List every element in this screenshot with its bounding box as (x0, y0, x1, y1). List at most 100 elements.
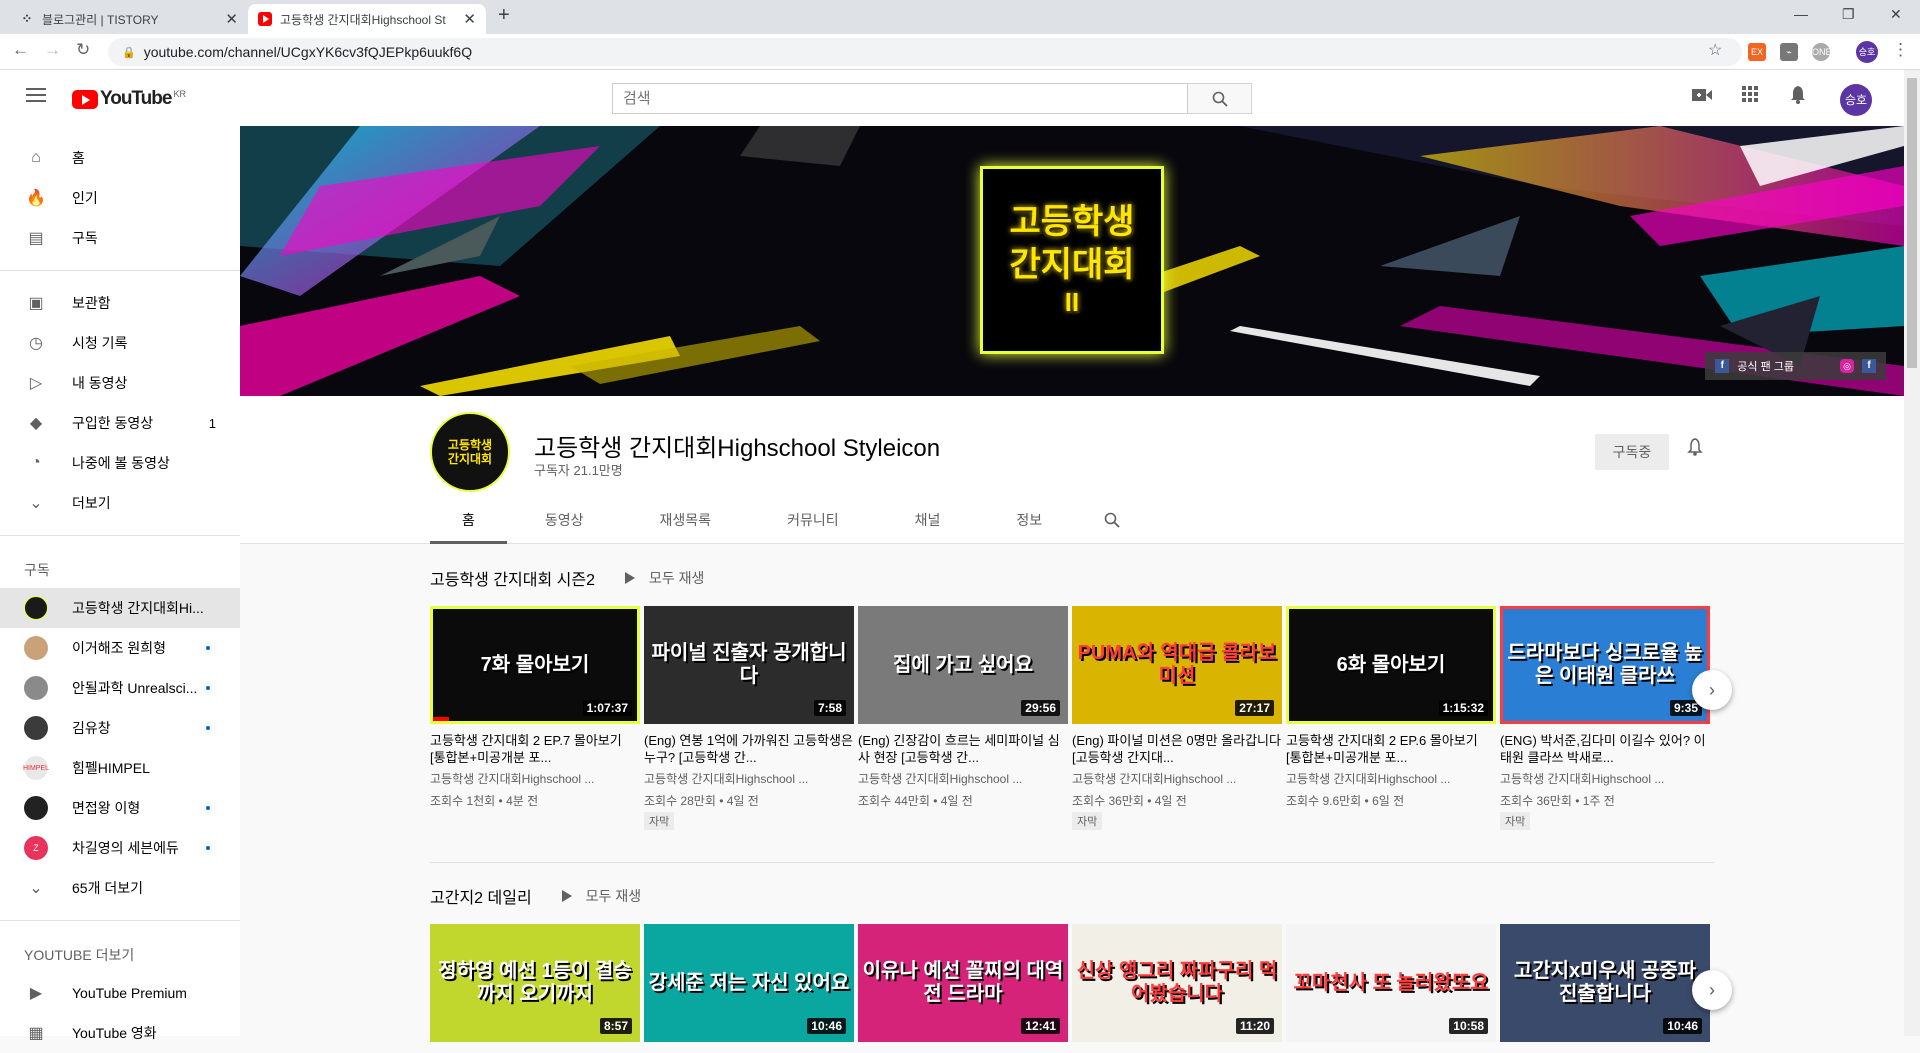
video-title[interactable]: (Eng) 연봉 1억에 가까워진 고등학생은 누구? [고등학생 간... (644, 732, 854, 766)
video-thumbnail[interactable]: 이유나 예선 꼴찌의 대역전 드라마 12:41 (858, 924, 1068, 1042)
sidebar-subs-show-more[interactable]: ⌄ 65개 더보기 (0, 868, 240, 908)
video-channel-name[interactable]: 고등학생 간지대회Highschool ... (430, 770, 640, 788)
video-thumbnail[interactable]: 파이널 진출자 공개합니다 7:58 (644, 606, 854, 724)
video-thumbnail[interactable]: 고간지x미우새 공중파 진출합니다 10:46 (1500, 924, 1710, 1042)
sidebar-item-movies[interactable]: ▦ YouTube 영화 (0, 1013, 240, 1053)
sidebar-item-home[interactable]: ⌂ 홈 (0, 138, 240, 178)
video-channel-name[interactable]: 고등학생 간지대회Highschool ... (1286, 770, 1496, 788)
video-card[interactable]: 파이널 진출자 공개합니다 7:58 (Eng) 연봉 1억에 가까워진 고등학생은… (644, 606, 854, 830)
video-title[interactable]: 고등학생 간지대회 2 EP.6 몰아보기 [통합본+미공개분 포... (1286, 732, 1496, 766)
video-card[interactable]: PUMA와 역대급 콜라보 미션 27:17 (Eng) 파이널 미션은 0명만 올… (1072, 606, 1282, 830)
sidebar-item-history[interactable]: ◷ 시청 기록 (0, 323, 240, 363)
notifications-bell-icon[interactable] (1790, 86, 1806, 109)
sidebar-sub-channel[interactable]: 고등학생 간지대회Hi... (0, 588, 240, 628)
browser-tab-youtube[interactable]: 고등학생 간지대회Highschool St ✕ (248, 4, 486, 34)
scrollbar-thumb[interactable] (1907, 78, 1917, 368)
hamburger-menu-icon[interactable] (26, 88, 46, 102)
create-video-icon[interactable] (1692, 86, 1712, 107)
video-title[interactable]: (ENG) 박서준,김다미 이길수 있어? 이태원 클라쓰 박새로... (1500, 732, 1710, 766)
video-channel-name[interactable]: 고등학생 간지대회Highschool ... (858, 770, 1068, 788)
tab-playlists[interactable]: 재생목록 (622, 496, 750, 544)
reload-icon[interactable]: ↻ (76, 40, 90, 60)
sidebar-item-my-videos[interactable]: ▷ 내 동영상 (0, 363, 240, 403)
sidebar-sub-channel[interactable]: Z 차길영의 세븐에듀 (0, 828, 240, 868)
subscribed-button[interactable]: 구독중 (1595, 434, 1669, 470)
video-title[interactable]: 고등학생 간지대회 2 EP.7 몰아보기 [통합본+미공개분 포... (430, 732, 640, 766)
next-arrow-button[interactable]: › (1692, 670, 1732, 710)
sidebar-sub-channel[interactable]: HIMPEL 힘펠HIMPEL (0, 748, 240, 788)
new-tab-button[interactable]: + (498, 4, 510, 27)
notification-bell-icon[interactable] (1687, 438, 1703, 462)
video-title[interactable]: (Eng) 파이널 미션은 0명만 올라갑니다 [고등학생 간지대... (1072, 732, 1282, 766)
next-arrow-button[interactable]: › (1692, 970, 1732, 1010)
shelf-title[interactable]: 고간지2 데일리 (430, 884, 532, 908)
account-avatar[interactable]: 승호 (1840, 84, 1872, 116)
sidebar-item-trending[interactable]: 🔥 인기 (0, 178, 240, 218)
close-window-icon[interactable]: ✕ (1890, 6, 1902, 23)
page-scrollbar[interactable] (1904, 70, 1920, 1036)
video-card[interactable]: 7화 몰아보기 1:07:37 고등학생 간지대회 2 EP.7 몰아보기 [통합본… (430, 606, 640, 830)
sidebar-sub-channel[interactable]: 안될과학 Unrealsci... (0, 668, 240, 708)
sidebar-sub-channel[interactable]: 이거해조 원희형 (0, 628, 240, 668)
apps-grid-icon[interactable] (1742, 86, 1758, 107)
banner-link-label[interactable]: 공식 팬 그룹 (1737, 358, 1794, 374)
browser-tab-tistory[interactable]: ⁘ 블로그관리 | TISTORY ✕ (10, 4, 248, 34)
video-card[interactable]: 꼬마천사 또 놀러왔또요 10:58 (1286, 924, 1496, 1042)
sidebar-sub-channel[interactable]: 김유창 (0, 708, 240, 748)
sidebar-item-subscriptions[interactable]: ▤ 구독 (0, 218, 240, 258)
video-thumbnail[interactable]: 강세준 저는 자신 있어요 10:46 (644, 924, 854, 1042)
tab-home[interactable]: 홈 (430, 496, 507, 544)
play-all-button[interactable]: 모두 재생 (625, 568, 704, 588)
more-menu-icon[interactable]: ⋮ (1892, 40, 1909, 60)
sidebar-item-watch-later[interactable]: ◔ 나중에 볼 동영상 (0, 443, 240, 483)
video-thumbnail[interactable]: 꼬마천사 또 놀러왔또요 10:58 (1286, 924, 1496, 1042)
tab-community[interactable]: 커뮤니티 (749, 496, 877, 544)
close-tab-icon[interactable]: ✕ (225, 10, 238, 28)
bookmark-star-icon[interactable]: ☆ (1708, 40, 1722, 60)
sidebar-item-premium[interactable]: ▶ YouTube Premium (0, 973, 240, 1013)
search-input[interactable] (612, 83, 1188, 114)
sidebar-item-library[interactable]: ▣ 보관함 (0, 283, 240, 323)
video-channel-name[interactable]: 고등학생 간지대회Highschool ... (1500, 770, 1710, 788)
video-channel-name[interactable]: 고등학생 간지대회Highschool ... (1072, 770, 1282, 788)
video-card[interactable]: 드라마보다 싱크로율 높은 이태원 클라쓰 9:35 (ENG) 박서준,김다미 이… (1500, 606, 1710, 830)
extension-icon[interactable]: EX (1748, 43, 1766, 61)
instagram-icon[interactable]: ◎ (1840, 359, 1854, 373)
shelf-title[interactable]: 고등학생 간지대회 시즌2 (430, 566, 595, 590)
extension-icon[interactable]: ONE (1812, 43, 1832, 61)
close-tab-icon[interactable]: ✕ (463, 10, 476, 28)
video-thumbnail[interactable]: 정하영 예선 1등이 결승까지 오기까지 8:57 (430, 924, 640, 1042)
channel-search-icon[interactable] (1080, 496, 1144, 544)
video-thumbnail[interactable]: 7화 몰아보기 1:07:37 (430, 606, 640, 724)
tab-channels[interactable]: 채널 (877, 496, 979, 544)
facebook-icon[interactable]: f (1862, 359, 1876, 373)
sidebar-sub-channel[interactable]: 면접왕 이형 (0, 788, 240, 828)
play-all-button[interactable]: 모두 재생 (562, 886, 641, 906)
maximize-icon[interactable]: ❐ (1842, 6, 1855, 23)
youtube-logo[interactable]: YouTube KR (72, 88, 186, 110)
tab-about[interactable]: 정보 (978, 496, 1080, 544)
video-thumbnail[interactable]: 6화 몰아보기 1:15:32 (1286, 606, 1496, 724)
video-card[interactable]: 집에 가고 싶어요 29:56 (Eng) 긴장감이 흐르는 세미파이널 심사 현장… (858, 606, 1068, 830)
video-channel-name[interactable]: 고등학생 간지대회Highschool ... (644, 770, 854, 788)
search-button[interactable] (1188, 83, 1252, 114)
profile-avatar[interactable]: 승호 (1856, 41, 1878, 63)
video-title[interactable]: (Eng) 긴장감이 흐르는 세미파이널 심사 현장 [고등학생 간... (858, 732, 1068, 766)
forward-arrow-icon[interactable]: → (44, 40, 61, 60)
back-arrow-icon[interactable]: ← (12, 40, 29, 60)
video-card[interactable]: 신상 앵그리 짜파구리 먹어봤습니다 11:20 (1072, 924, 1282, 1042)
minimize-icon[interactable]: — (1794, 6, 1808, 22)
address-bar[interactable]: 🔒 youtube.com/channel/UCgxYK6cv3fQJEPkp6… (108, 38, 1742, 66)
video-thumbnail[interactable]: PUMA와 역대급 콜라보 미션 27:17 (1072, 606, 1282, 724)
sidebar-item-show-more[interactable]: ⌄ 더보기 (0, 483, 240, 523)
video-thumbnail[interactable]: 신상 앵그리 짜파구리 먹어봤습니다 11:20 (1072, 924, 1282, 1042)
video-card[interactable]: 강세준 저는 자신 있어요 10:46 (644, 924, 854, 1042)
video-card[interactable]: 정하영 예선 1등이 결승까지 오기까지 8:57 (430, 924, 640, 1042)
video-card[interactable]: 6화 몰아보기 1:15:32 고등학생 간지대회 2 EP.6 몰아보기 [통합본… (1286, 606, 1496, 830)
video-thumbnail[interactable]: 집에 가고 싶어요 29:56 (858, 606, 1068, 724)
video-card[interactable]: 이유나 예선 꼴찌의 대역전 드라마 12:41 (858, 924, 1068, 1042)
video-thumbnail[interactable]: 드라마보다 싱크로율 높은 이태원 클라쓰 9:35 (1500, 606, 1710, 724)
sidebar-item-purchases[interactable]: ◆ 구입한 동영상 1 (0, 403, 240, 443)
extension-icon[interactable]: ⌁ (1780, 43, 1798, 61)
tab-videos[interactable]: 동영상 (507, 496, 622, 544)
